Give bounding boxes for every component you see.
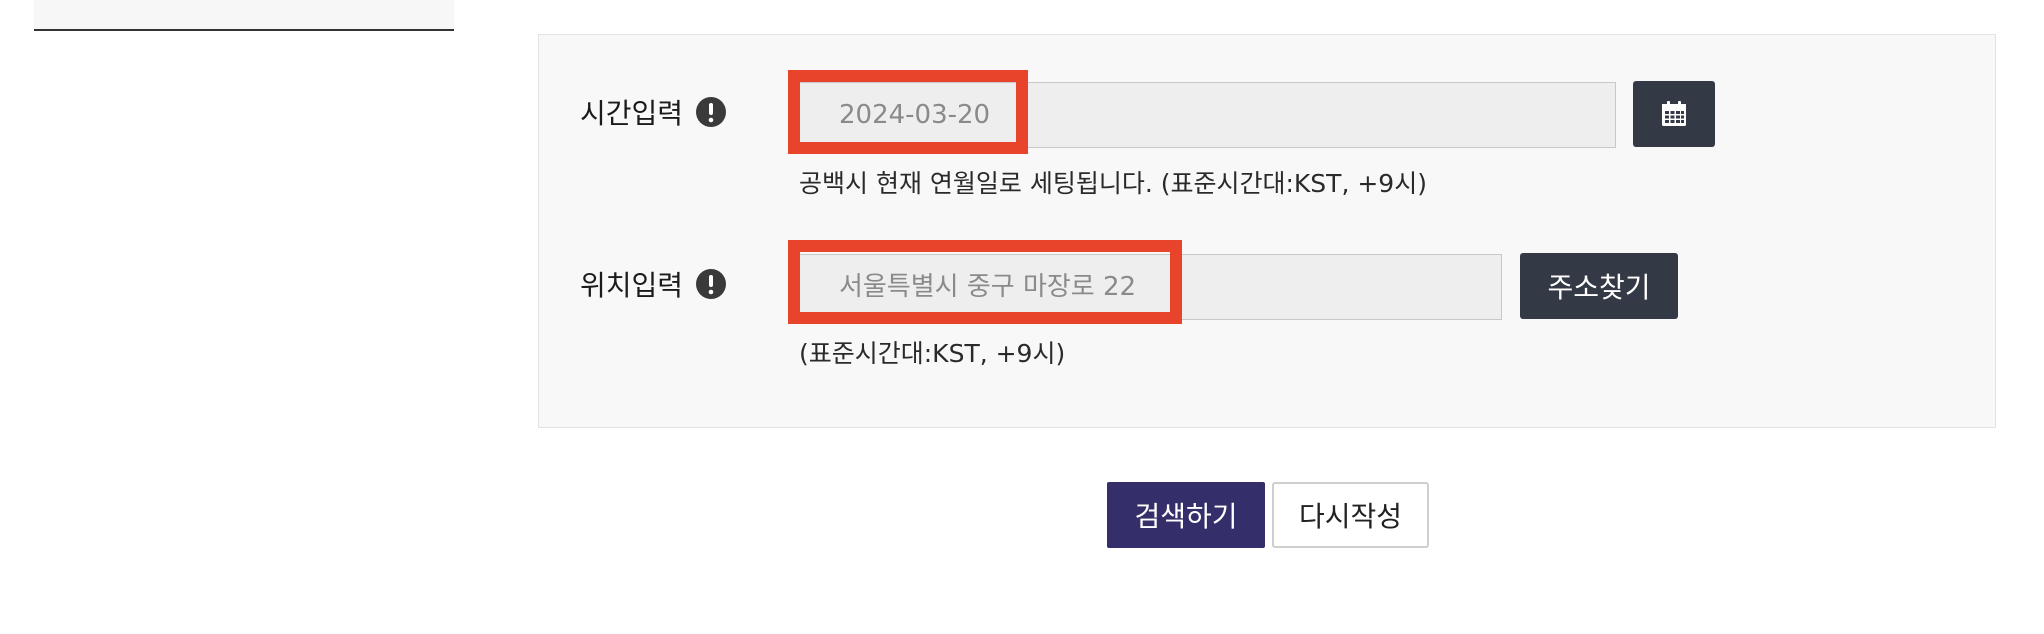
time-input-helper-text: 공백시 현재 연월일로 세팅됩니다. (표준시간대:KST, +9시) — [799, 169, 1427, 198]
find-address-button[interactable]: 주소찾기 — [1520, 253, 1678, 319]
sidebar-remnant — [34, 0, 454, 31]
location-input-label-group: 위치입력 — [580, 264, 727, 304]
info-icon[interactable] — [695, 268, 727, 300]
reset-button[interactable]: 다시작성 — [1272, 482, 1429, 548]
location-input-helper-text: (표준시간대:KST, +9시) — [799, 339, 1066, 368]
time-input-label: 시간입력 — [580, 97, 684, 130]
location-input[interactable] — [798, 254, 1502, 320]
search-button[interactable]: 검색하기 — [1107, 482, 1265, 548]
calendar-button[interactable] — [1633, 81, 1715, 147]
time-input-label-group: 시간입력 — [580, 92, 727, 132]
location-input-label: 위치입력 — [580, 269, 684, 302]
info-icon[interactable] — [695, 96, 727, 128]
time-input[interactable] — [798, 82, 1616, 148]
calendar-icon — [1662, 101, 1686, 126]
